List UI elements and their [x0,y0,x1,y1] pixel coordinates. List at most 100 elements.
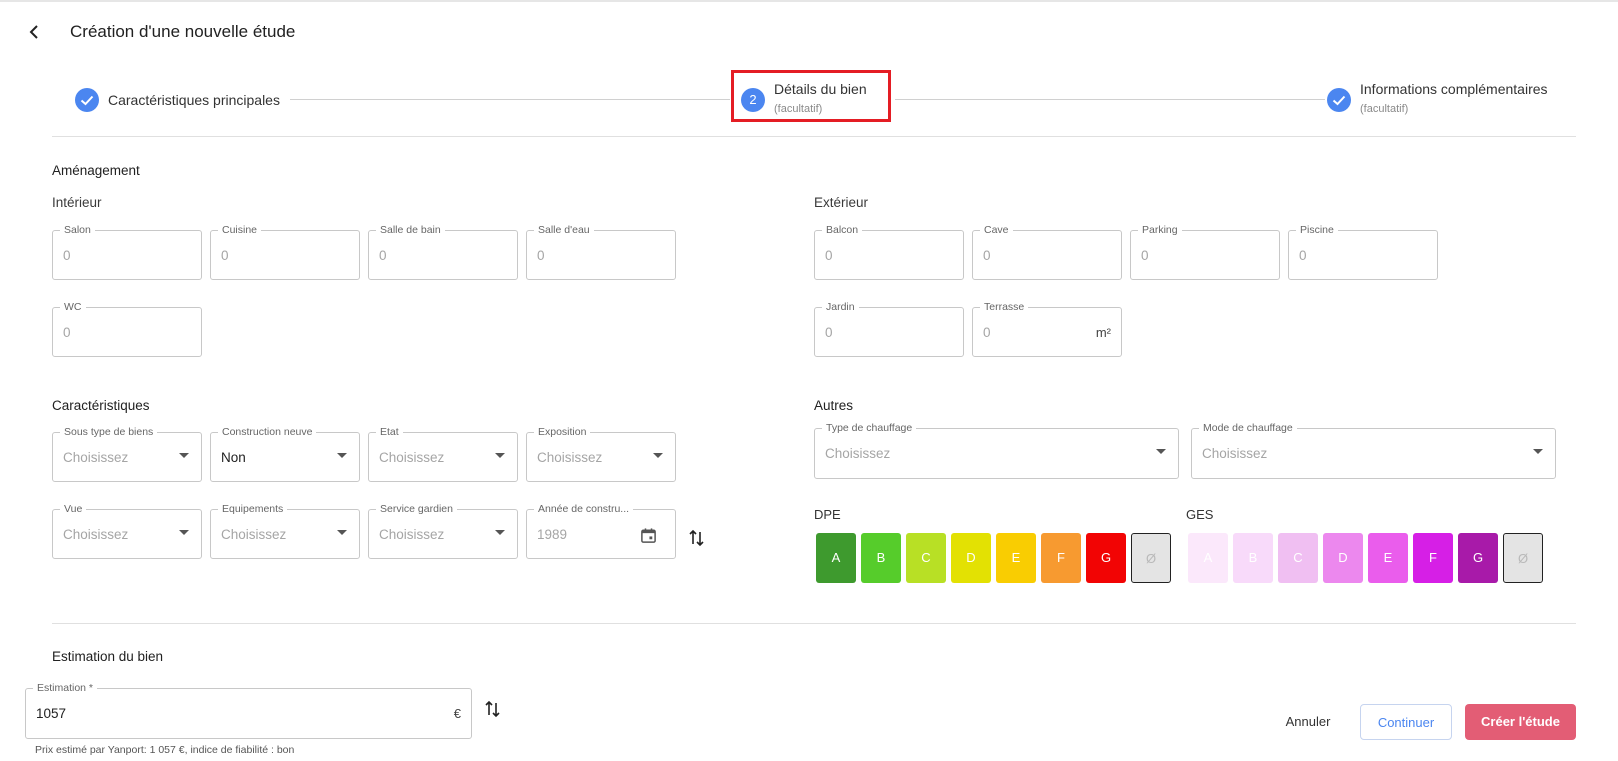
create-study-button[interactable]: Créer l'étude [1465,704,1576,740]
back-arrow-icon[interactable] [24,22,44,42]
dpe-d-button[interactable]: D [951,533,991,583]
construction-neuve-select[interactable]: Construction neuve Non [210,426,360,482]
estimation-hint: Prix estimé par Yanport: 1 057 €, indice… [35,744,295,756]
step-label: Détails du bien [774,81,867,97]
salle-d-eau-field[interactable]: Salle d'eau 0 [526,224,676,280]
step-label: Caractéristiques principales [108,92,280,108]
estimation-input[interactable]: Estimation * 1057 € [25,682,472,739]
cuisine-field[interactable]: Cuisine 0 [210,224,360,280]
continue-button[interactable]: Continuer [1360,704,1452,740]
subsection-title-exterieur: Extérieur [814,195,869,210]
field-label: Piscine [1296,224,1338,236]
cave-field[interactable]: Cave 0 [972,224,1122,280]
service-gardien-select[interactable]: Service gardien Choisissez [368,503,518,559]
field-value: 0 [221,248,229,263]
step-label: Informations complémentaires [1360,81,1548,97]
field-value: 0 [983,325,991,340]
field-label: Service gardien [376,503,457,515]
dropdown-arrow-icon [179,530,189,535]
divider [52,136,1576,137]
field-label: Balcon [822,224,863,236]
wc-field[interactable]: WC 0 [52,301,202,357]
dpe-f-button[interactable]: F [1041,533,1081,583]
stepper-connector [290,99,730,100]
section-title-caracteristiques: Caractéristiques [52,398,150,413]
check-icon [75,88,99,112]
swap-vertical-icon[interactable] [688,528,706,548]
section-title-autres: Autres [814,398,854,413]
divider [52,623,1576,624]
step-informations-complementaires[interactable]: Informations complémentaires (facultatif… [1327,81,1548,115]
salon-field[interactable]: Salon 0 [52,224,202,280]
field-value: Choisissez [221,527,287,542]
etat-select[interactable]: Etat Choisissez [368,426,518,482]
ges-label: GES [1186,507,1214,522]
field-value: Choisissez [379,527,445,542]
salle-de-bain-field[interactable]: Salle de bain 0 [368,224,518,280]
field-label: Cuisine [218,224,262,236]
field-label: Etat [376,426,403,438]
field-label: Terrasse [980,301,1029,313]
field-value: Choisissez [537,450,603,465]
field-value: 0 [63,248,71,263]
ges-f-button[interactable]: F [1413,533,1453,583]
vue-select[interactable]: Vue Choisissez [52,503,202,559]
unit-label: m² [1095,325,1111,340]
field-value: Choisissez [1202,446,1268,461]
ges-g-button[interactable]: G [1458,533,1498,583]
step-caracteristiques[interactable]: Caractéristiques principales [75,88,280,112]
field-value: 0 [537,248,545,263]
dpe-g-button[interactable]: G [1086,533,1126,583]
subsection-title-interieur: Intérieur [52,195,102,210]
jardin-field[interactable]: Jardin 0 [814,301,964,357]
annee-construction-field[interactable]: Année de constru... 1989 [526,503,676,559]
field-value: 0 [63,325,71,340]
field-label: Type de chauffage [822,422,917,434]
dropdown-arrow-icon [1533,449,1543,454]
parking-field[interactable]: Parking 0 [1130,224,1280,280]
step-sublabel: (facultatif) [774,103,823,115]
ges-c-button[interactable]: C [1278,533,1318,583]
ges-none-button[interactable]: Ø [1503,533,1543,583]
field-value: Choisissez [825,446,891,461]
dpe-c-button[interactable]: C [906,533,946,583]
sous-type-select[interactable]: Sous type de biens Choisissez [52,426,202,482]
dpe-a-button[interactable]: A [816,533,856,583]
field-value: 0 [983,248,991,263]
balcon-field[interactable]: Balcon 0 [814,224,964,280]
type-chauffage-select[interactable]: Type de chauffage Choisissez [814,422,1179,479]
ges-d-button[interactable]: D [1323,533,1363,583]
equipements-select[interactable]: Equipements Choisissez [210,503,360,559]
field-label: Construction neuve [218,426,317,438]
field-value: 0 [379,248,387,263]
step-details-du-bien[interactable]: 2 Détails du bien (facultatif) [741,81,867,115]
field-label: Salon [60,224,95,236]
field-label: Mode de chauffage [1199,422,1297,434]
ges-a-button[interactable]: A [1188,533,1228,583]
swap-vertical-icon[interactable] [484,699,502,719]
calendar-icon[interactable] [640,527,657,544]
mode-chauffage-select[interactable]: Mode de chauffage Choisissez [1191,422,1556,479]
field-value: 1057 [36,706,67,721]
dpe-label: DPE [814,507,841,522]
section-title-amenagement: Aménagement [52,163,140,178]
field-label: Equipements [218,503,288,515]
dropdown-arrow-icon [495,530,505,535]
field-label: WC [60,301,86,313]
exposition-select[interactable]: Exposition Choisissez [526,426,676,482]
dropdown-arrow-icon [179,453,189,458]
dpe-none-button[interactable]: Ø [1131,533,1171,583]
dropdown-arrow-icon [495,453,505,458]
cancel-button[interactable]: Annuler [1268,704,1348,740]
terrasse-field[interactable]: Terrasse 0 m² [972,301,1122,357]
field-value: Choisissez [379,450,445,465]
piscine-field[interactable]: Piscine 0 [1288,224,1438,280]
section-title-estimation: Estimation du bien [52,649,164,664]
currency-unit: € [453,706,461,721]
field-label: Exposition [534,426,591,438]
dpe-b-button[interactable]: B [861,533,901,583]
ges-e-button[interactable]: E [1368,533,1408,583]
ges-b-button[interactable]: B [1233,533,1273,583]
dropdown-arrow-icon [653,453,663,458]
dpe-e-button[interactable]: E [996,533,1036,583]
